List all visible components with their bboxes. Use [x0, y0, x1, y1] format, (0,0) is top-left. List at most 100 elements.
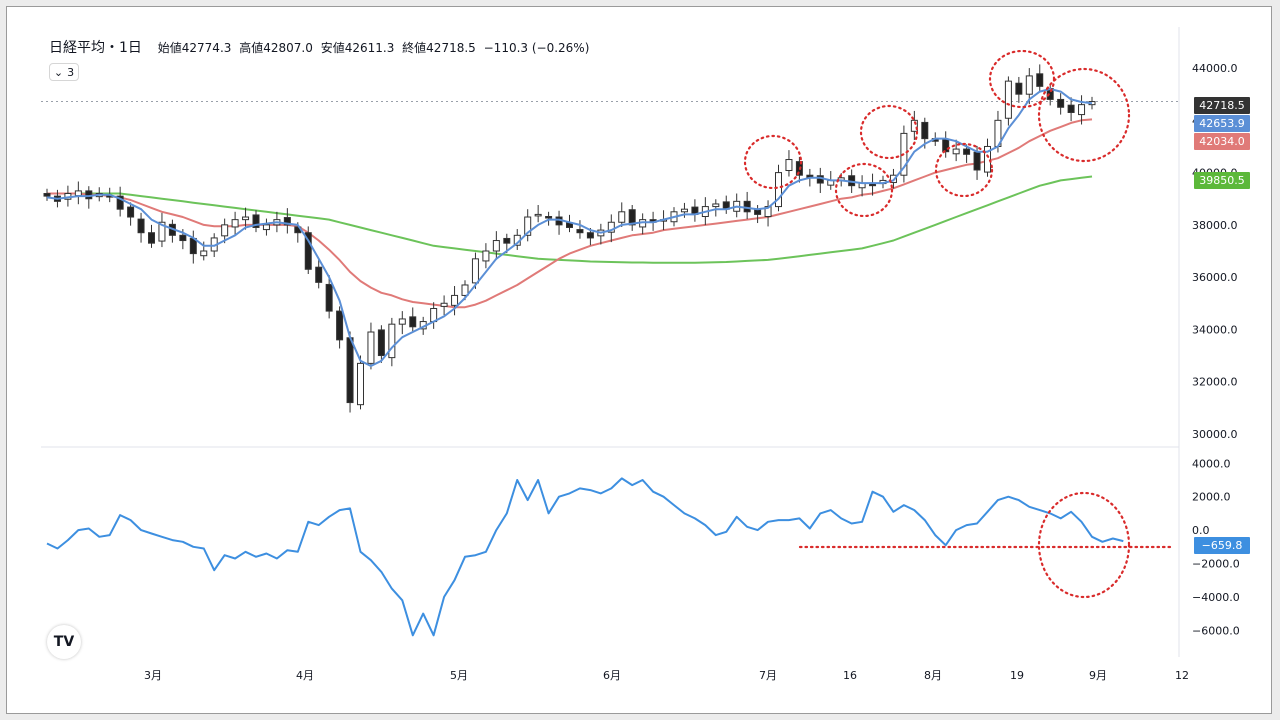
osc-tick-label: 0.0 — [1192, 524, 1210, 537]
candle-body — [1004, 80, 1012, 119]
candle-body — [680, 208, 688, 213]
candle-body — [1025, 75, 1033, 95]
candle-body — [618, 211, 626, 223]
candle-body — [74, 190, 82, 197]
candle-body — [409, 316, 417, 328]
time-axis-label: 19 — [1010, 669, 1024, 682]
candle-body — [586, 232, 594, 239]
candle-body — [712, 203, 720, 208]
price-tick-label: 44000.0 — [1192, 62, 1238, 75]
open-label: 始値 — [157, 41, 182, 55]
candle-body — [231, 219, 239, 228]
candle-body — [785, 159, 793, 172]
candle-body — [576, 229, 584, 234]
candle-body — [471, 258, 479, 284]
ohlc-header: 日経平均・1日 始値42774.3 高値42807.0 安値42611.3 終値… — [49, 37, 593, 57]
annotation-circle — [1037, 491, 1131, 599]
price-badge-label: 42034.0 — [1199, 135, 1245, 148]
osc-tick-label: 4000.0 — [1192, 457, 1231, 470]
tradingview-logo[interactable]: TV — [47, 625, 81, 659]
indicators-toggle-button[interactable]: ⌄ 3 — [49, 63, 79, 81]
candle-body — [545, 216, 553, 219]
symbol-title[interactable]: 日経平均・1日 — [49, 40, 142, 56]
osc-tick-label: −2000.0 — [1192, 558, 1240, 571]
candle-body — [367, 331, 375, 364]
osc-badge-label: −659.8 — [1202, 539, 1243, 552]
candle-body — [221, 224, 229, 237]
candle-body — [973, 151, 981, 171]
price-badge-label: 39850.5 — [1199, 174, 1245, 187]
candle-body — [336, 310, 344, 341]
candle-body — [921, 121, 929, 140]
candle-body — [743, 200, 751, 213]
osc-tick-label: −4000.0 — [1192, 591, 1240, 604]
candle-body — [398, 318, 406, 325]
candle-body — [440, 302, 448, 307]
osc-tick-label: −6000.0 — [1192, 624, 1240, 637]
indicator-count: 3 — [67, 65, 75, 79]
candle-body — [388, 323, 396, 359]
candle-body — [754, 209, 762, 215]
high-label: 高値 — [239, 41, 264, 55]
time-axis-label: 16 — [843, 669, 857, 682]
candle-body — [127, 206, 135, 218]
annotation-circle — [743, 134, 803, 190]
candle-body — [534, 213, 542, 217]
price-tick-label: 36000.0 — [1192, 271, 1238, 284]
candle-body — [503, 237, 511, 244]
candle-body — [179, 234, 187, 242]
high-value: 42807.0 — [263, 41, 313, 55]
candle-body — [137, 218, 145, 234]
chevron-down-icon: ⌄ — [53, 65, 64, 79]
time-axis-label: 7月 — [759, 669, 777, 682]
candle-body — [242, 216, 250, 221]
time-axis-label: 12 — [1175, 669, 1189, 682]
candle-body — [325, 283, 333, 312]
candle-body — [1015, 82, 1023, 95]
time-axis-label: 9月 — [1089, 669, 1107, 682]
candle-body — [952, 148, 960, 155]
candle-body — [262, 224, 270, 231]
annotation-circle — [859, 104, 919, 160]
candle-body — [942, 138, 950, 153]
candle-body — [482, 250, 490, 262]
candle-body — [451, 294, 459, 306]
price-tick-label: 38000.0 — [1192, 219, 1238, 232]
price-tick-label: 32000.0 — [1192, 376, 1238, 389]
low-value: 42611.3 — [344, 41, 395, 55]
change-value: −110.3 (−0.26%) — [483, 41, 590, 55]
close-label: 終値 — [402, 41, 427, 55]
close-value: 42718.5 — [426, 41, 476, 55]
candle-body — [346, 337, 354, 404]
candle-body — [1057, 98, 1065, 108]
oscillator-line — [46, 477, 1124, 637]
osc-tick-label: 2000.0 — [1192, 491, 1231, 504]
price-badge-label: 42718.5 — [1199, 99, 1245, 112]
price-tick-label: 34000.0 — [1192, 323, 1238, 336]
candle-body — [148, 232, 155, 244]
open-value: 42774.3 — [181, 41, 232, 55]
time-axis-label: 4月 — [296, 669, 314, 682]
chart-canvas[interactable]: 44000.042000.040000.038000.036000.034000… — [7, 7, 1272, 714]
candle-body — [200, 250, 208, 257]
time-axis-label: 5月 — [450, 669, 468, 682]
candle-body — [492, 240, 500, 252]
low-label: 安値 — [320, 41, 345, 55]
price-badge-label: 42653.9 — [1199, 117, 1245, 130]
chart-frame: 44000.042000.040000.038000.036000.034000… — [6, 6, 1272, 714]
candle-body — [963, 148, 971, 155]
candle-body — [1036, 73, 1044, 87]
candle-body — [43, 193, 51, 197]
candle-body — [85, 190, 93, 200]
time-axis-label: 8月 — [924, 669, 942, 682]
time-axis-label: 3月 — [144, 669, 162, 682]
candle-body — [1078, 104, 1086, 116]
candle-body — [315, 266, 323, 283]
candle-body — [377, 329, 385, 357]
ma-mid-line — [47, 118, 1093, 309]
candle-body — [1067, 104, 1075, 113]
time-axis-label: 6月 — [603, 669, 621, 682]
annotation-circle — [988, 49, 1056, 109]
price-tick-label: 30000.0 — [1192, 428, 1238, 441]
candle-body — [357, 362, 364, 406]
